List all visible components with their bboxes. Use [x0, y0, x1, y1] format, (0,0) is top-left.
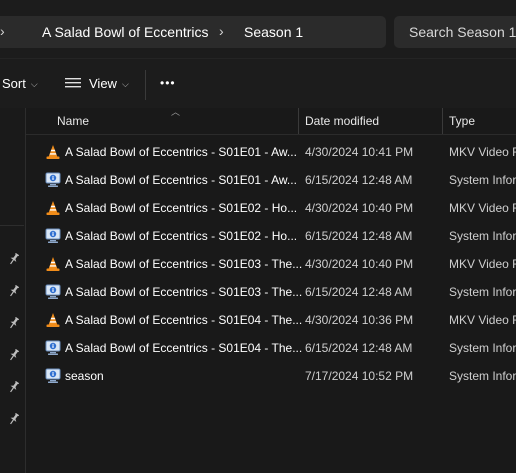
file-name: A Salad Bowl of Eccentrics - S01E02 - Ho… — [65, 201, 298, 215]
vlc-cone-icon — [46, 257, 60, 271]
pin-icon[interactable] — [9, 413, 19, 425]
column-date-modified[interactable]: Date modified — [305, 114, 379, 128]
system-info-icon — [45, 340, 61, 355]
navigation-pane — [0, 108, 26, 473]
file-type: System Infor — [449, 285, 516, 299]
vlc-cone-icon — [46, 313, 60, 327]
file-date: 6/15/2024 12:48 AM — [305, 229, 413, 243]
file-date: 4/30/2024 10:36 PM — [305, 313, 414, 327]
file-type: System Infor — [449, 341, 516, 355]
sort-label: Sort — [2, 76, 26, 91]
file-name: A Salad Bowl of Eccentrics - S01E01 - Aw… — [65, 145, 297, 159]
system-info-icon — [45, 172, 61, 187]
pin-icon[interactable] — [9, 349, 19, 361]
file-row[interactable]: season 7/17/2024 10:52 PM System Infor — [26, 362, 516, 390]
breadcrumb-series[interactable]: A Salad Bowl of Eccentrics — [42, 24, 209, 40]
file-row[interactable]: A Salad Bowl of Eccentrics - S01E02 - Ho… — [26, 222, 516, 250]
vlc-cone-icon — [46, 145, 60, 159]
more-options-button[interactable]: ••• — [160, 75, 176, 91]
system-info-icon — [45, 284, 61, 299]
file-name: A Salad Bowl of Eccentrics - S01E02 - Ho… — [65, 229, 298, 243]
file-date: 7/17/2024 10:52 PM — [305, 369, 414, 383]
file-date: 6/15/2024 12:48 AM — [305, 173, 413, 187]
system-info-icon — [45, 368, 61, 383]
file-type: MKV Video F — [449, 145, 516, 159]
pin-icon[interactable] — [9, 317, 19, 329]
chevron-down-icon: ⌵ — [121, 79, 129, 89]
system-info-icon — [45, 228, 61, 243]
file-date: 4/30/2024 10:40 PM — [305, 257, 414, 271]
pin-icon[interactable] — [9, 285, 19, 297]
column-type[interactable]: Type — [449, 114, 475, 128]
file-date: 6/15/2024 12:48 AM — [305, 285, 413, 299]
pin-icon[interactable] — [9, 253, 19, 265]
pin-icon[interactable] — [9, 381, 19, 393]
file-date: 6/15/2024 12:48 AM — [305, 341, 413, 355]
file-type: System Infor — [449, 229, 516, 243]
file-name: A Salad Bowl of Eccentrics - S01E04 - Th… — [65, 341, 303, 355]
file-date: 4/30/2024 10:40 PM — [305, 201, 414, 215]
column-header: ︿ Name Date modified Type — [26, 107, 516, 135]
file-name: season — [65, 369, 104, 383]
sort-ascending-icon: ︿ — [171, 107, 181, 117]
file-name: A Salad Bowl of Eccentrics - S01E03 - Th… — [65, 257, 303, 271]
file-row[interactable]: A Salad Bowl of Eccentrics - S01E04 - Th… — [26, 306, 516, 334]
command-bar: Sort ⌵ View ⌵ ••• — [0, 58, 516, 108]
file-type: MKV Video F — [449, 313, 516, 327]
chevron-right-icon[interactable]: › — [219, 23, 224, 39]
column-resizer[interactable] — [298, 108, 299, 134]
search-placeholder[interactable]: Search Season 1 — [409, 24, 516, 40]
view-button[interactable]: View ⌵ — [65, 76, 129, 93]
file-row[interactable]: A Salad Bowl of Eccentrics - S01E03 - Th… — [26, 278, 516, 306]
file-type: MKV Video F — [449, 201, 516, 215]
chevron-down-icon: ⌵ — [30, 79, 38, 89]
view-lines-icon — [65, 78, 81, 88]
file-row[interactable]: A Salad Bowl of Eccentrics - S01E01 - Aw… — [26, 166, 516, 194]
column-resizer[interactable] — [442, 108, 443, 134]
vlc-cone-icon — [46, 201, 60, 215]
view-label: View — [89, 76, 117, 91]
file-type: System Infor — [449, 369, 516, 383]
column-name[interactable]: Name — [57, 114, 89, 128]
toolbar-divider — [145, 70, 146, 100]
file-type: System Infor — [449, 173, 516, 187]
address-bar[interactable]: › A Salad Bowl of Eccentrics › Season 1 — [0, 16, 386, 48]
sort-button[interactable]: Sort ⌵ — [2, 76, 38, 93]
chevron-right-icon[interactable]: › — [0, 23, 5, 39]
nav-divider — [0, 225, 24, 226]
file-name: A Salad Bowl of Eccentrics - S01E04 - Th… — [65, 313, 303, 327]
file-row[interactable]: A Salad Bowl of Eccentrics - S01E03 - Th… — [26, 250, 516, 278]
address-toolbar: › A Salad Bowl of Eccentrics › Season 1 … — [0, 0, 516, 58]
breadcrumb-season[interactable]: Season 1 — [244, 24, 303, 40]
file-name: A Salad Bowl of Eccentrics - S01E01 - Aw… — [65, 173, 297, 187]
search-box[interactable]: Search Season 1 — [394, 16, 516, 48]
file-name: A Salad Bowl of Eccentrics - S01E03 - Th… — [65, 285, 303, 299]
file-row[interactable]: A Salad Bowl of Eccentrics - S01E02 - Ho… — [26, 194, 516, 222]
file-row[interactable]: A Salad Bowl of Eccentrics - S01E04 - Th… — [26, 334, 516, 362]
file-row[interactable]: A Salad Bowl of Eccentrics - S01E01 - Aw… — [26, 138, 516, 166]
file-type: MKV Video F — [449, 257, 516, 271]
file-date: 4/30/2024 10:41 PM — [305, 145, 414, 159]
